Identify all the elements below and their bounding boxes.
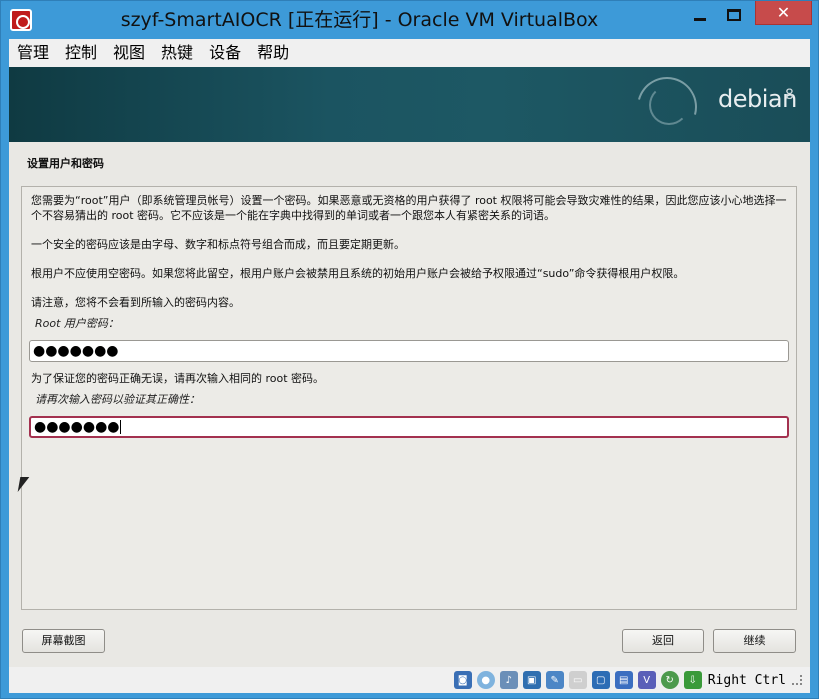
usb-icon[interactable]: ✎ (545, 671, 564, 689)
menu-control[interactable]: 控制 (57, 39, 105, 67)
verify-password-input[interactable]: ●●●●●●● (29, 416, 789, 438)
intro-paragraph: 您需要为“root”用户（即系统管理员帐号）设置一个密码。如果恶意或无资格的用户… (31, 194, 787, 222)
display-icon[interactable]: ▢ (591, 671, 610, 689)
menu-view[interactable]: 视图 (105, 39, 153, 67)
sudo-paragraph: 根用户不应使用空密码。如果您将此留空，根用户账户会被禁用且系统的初始用户账户会被… (31, 267, 685, 280)
menu-bar: 管理 控制 视图 热键 设备 帮助 (9, 39, 810, 67)
minimize-icon (694, 17, 706, 21)
menu-help[interactable]: 帮助 (249, 39, 297, 67)
debian-version: 8 (785, 87, 794, 103)
screenshot-button[interactable]: 屏幕截图 (22, 629, 105, 653)
section-title: 设置用户和密码 (27, 157, 104, 170)
continue-button[interactable]: 继续 (713, 629, 796, 653)
resize-grip-icon[interactable] (792, 675, 802, 685)
verify-password-label: 请再次输入密码以验证其正确性： (35, 393, 200, 406)
menu-devices[interactable]: 设备 (201, 39, 249, 67)
minimize-button[interactable] (683, 1, 717, 29)
optical-drive-icon[interactable]: ● (476, 671, 495, 689)
debian-banner: debian 8 (9, 67, 810, 148)
back-button[interactable]: 返回 (622, 629, 704, 653)
menu-hotkeys[interactable]: 热键 (153, 39, 201, 67)
mouse-integration-icon[interactable]: ↻ (660, 671, 679, 689)
host-key-label: Right Ctrl (707, 672, 786, 688)
root-password-label: Root 用户密码： (35, 317, 119, 330)
network-icon[interactable]: ▣ (522, 671, 541, 689)
notice-paragraph: 请注意，您将不会看到所输入的密码内容。 (31, 296, 240, 309)
virtualbox-window: szyf-SmartAIOCR [正在运行] - Oracle VM Virtu… (0, 0, 819, 699)
installer-content: 您需要为“root”用户（即系统管理员帐号）设置一个密码。如果恶意或无资格的用户… (21, 186, 797, 610)
debian-swirl-inner-icon (649, 85, 689, 125)
root-password-input[interactable]: ●●●●●●● (29, 340, 789, 362)
status-bar: ◙ ● ♪ ▣ ✎ ▭ ▢ ▤ V ↻ ⇩ Right Ctrl (9, 667, 810, 693)
title-bar[interactable]: szyf-SmartAIOCR [正在运行] - Oracle VM Virtu… (1, 1, 818, 39)
verify-password-value: ●●●●●●● (34, 419, 120, 435)
guest-screen[interactable]: debian 8 设置用户和密码 您需要为“root”用户（即系统管理员帐号）设… (9, 67, 810, 667)
maximize-icon (727, 9, 741, 21)
virtualbox-app-icon[interactable] (10, 9, 32, 31)
download-icon[interactable]: ⇩ (683, 671, 702, 689)
close-icon: ✕ (776, 2, 791, 22)
text-caret (119, 420, 121, 434)
audio-icon[interactable]: ♪ (499, 671, 518, 689)
shared-folders-icon[interactable]: ▭ (568, 671, 587, 689)
verify-note: 为了保证您的密码正确无误，请再次输入相同的 root 密码。 (31, 372, 325, 385)
close-button[interactable]: ✕ (755, 1, 812, 25)
maximize-button[interactable] (717, 1, 751, 29)
window-title: szyf-SmartAIOCR [正在运行] - Oracle VM Virtu… (120, 9, 599, 31)
menu-manage[interactable]: 管理 (9, 39, 57, 67)
hard-disk-icon[interactable]: ◙ (453, 671, 472, 689)
security-paragraph: 一个安全的密码应该是由字母、数字和标点符号组合而成，而且要定期更新。 (31, 238, 405, 251)
virtualization-icon[interactable]: V (637, 671, 656, 689)
video-capture-icon[interactable]: ▤ (614, 671, 633, 689)
